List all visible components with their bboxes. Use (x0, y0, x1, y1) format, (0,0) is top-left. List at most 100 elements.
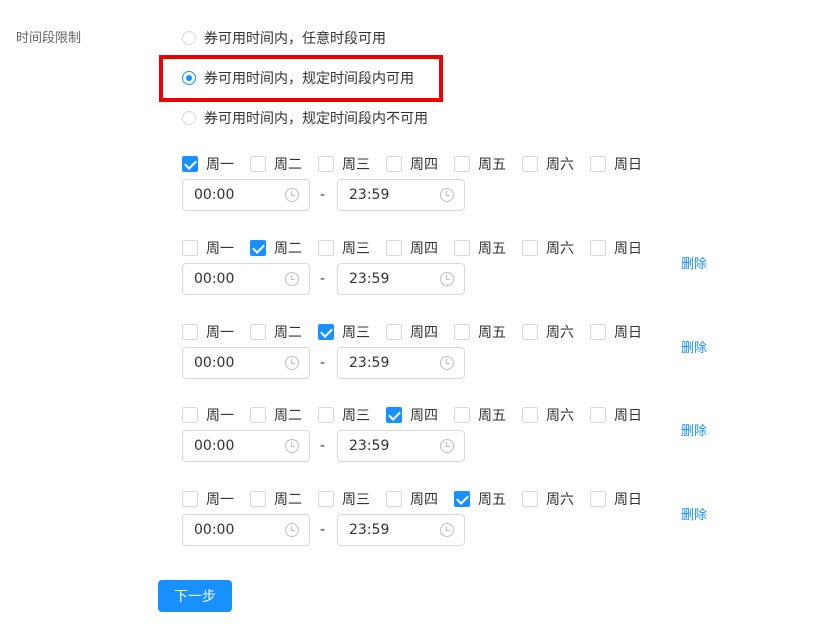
delete-rule-link[interactable]: 删除 (681, 420, 707, 439)
radio-outside-period[interactable]: 券可用时间内，规定时间段内不可用 (182, 108, 428, 128)
weekday-option[interactable]: 周四 (386, 323, 438, 341)
weekday-option[interactable]: 周三 (318, 239, 370, 257)
weekday-option[interactable]: 周五 (454, 406, 506, 424)
weekday-option[interactable]: 周三 (318, 406, 370, 424)
weekday-label: 周二 (274, 408, 302, 424)
delete-rule-link[interactable]: 删除 (681, 337, 707, 356)
weekday-checkbox[interactable] (590, 491, 606, 507)
weekday-option[interactable]: 周日 (590, 406, 642, 424)
weekday-option[interactable]: 周日 (590, 323, 642, 341)
clock-icon (285, 356, 299, 370)
time-value: 23:59 (349, 271, 390, 287)
weekday-label: 周二 (274, 241, 302, 257)
weekday-option[interactable]: 周六 (522, 323, 574, 341)
weekday-checkbox[interactable] (182, 407, 198, 423)
end-time-picker[interactable]: 23:59 (337, 347, 465, 379)
weekday-checkbox[interactable] (386, 240, 402, 256)
weekday-checkbox[interactable] (386, 407, 402, 423)
weekday-checkbox[interactable] (454, 407, 470, 423)
weekday-checkbox[interactable] (522, 156, 538, 172)
delete-rule-link[interactable]: 删除 (681, 504, 707, 523)
weekday-checkbox[interactable] (522, 407, 538, 423)
weekday-checkbox[interactable] (318, 240, 334, 256)
weekday-option[interactable]: 周二 (250, 490, 302, 508)
weekday-checkbox[interactable] (454, 491, 470, 507)
weekday-option[interactable]: 周二 (250, 155, 302, 173)
weekday-option[interactable]: 周三 (318, 155, 370, 173)
start-time-picker[interactable]: 00:00 (182, 179, 310, 211)
weekday-checkbox[interactable] (454, 156, 470, 172)
weekday-option[interactable]: 周一 (182, 406, 234, 424)
radio-button[interactable] (182, 111, 196, 125)
time-value: 00:00 (194, 355, 235, 371)
delete-rule-link[interactable]: 删除 (681, 253, 707, 272)
weekday-checkbox[interactable] (454, 240, 470, 256)
weekday-option[interactable]: 周六 (522, 406, 574, 424)
weekday-option[interactable]: 周一 (182, 155, 234, 173)
weekday-option[interactable]: 周日 (590, 490, 642, 508)
weekday-option[interactable]: 周五 (454, 155, 506, 173)
weekday-label: 周一 (206, 408, 234, 424)
weekday-option[interactable]: 周六 (522, 239, 574, 257)
weekday-checkbox[interactable] (590, 240, 606, 256)
next-step-button[interactable]: 下一步 (158, 580, 232, 612)
weekday-option[interactable]: 周一 (182, 323, 234, 341)
weekday-option[interactable]: 周五 (454, 490, 506, 508)
start-time-picker[interactable]: 00:00 (182, 347, 310, 379)
weekday-option[interactable]: 周一 (182, 239, 234, 257)
weekday-checkbox[interactable] (318, 156, 334, 172)
radio-button[interactable] (182, 31, 196, 45)
weekday-option[interactable]: 周日 (590, 155, 642, 173)
weekday-option[interactable]: 周五 (454, 239, 506, 257)
weekday-checkbox[interactable] (182, 324, 198, 340)
end-time-picker[interactable]: 23:59 (337, 430, 465, 462)
weekday-option[interactable]: 周二 (250, 239, 302, 257)
weekday-option[interactable]: 周六 (522, 490, 574, 508)
weekday-option[interactable]: 周五 (454, 323, 506, 341)
weekday-checkbox[interactable] (386, 156, 402, 172)
weekday-option[interactable]: 周二 (250, 323, 302, 341)
weekday-checkbox[interactable] (590, 324, 606, 340)
weekday-label: 周一 (206, 157, 234, 173)
weekday-option[interactable]: 周一 (182, 490, 234, 508)
weekday-option[interactable]: 周四 (386, 490, 438, 508)
weekday-option[interactable]: 周四 (386, 239, 438, 257)
weekday-checkbox[interactable] (590, 156, 606, 172)
end-time-picker[interactable]: 23:59 (337, 179, 465, 211)
weekday-checkbox[interactable] (250, 407, 266, 423)
weekday-checkbox[interactable] (318, 407, 334, 423)
weekday-checkbox[interactable] (182, 156, 198, 172)
time-value: 00:00 (194, 187, 235, 203)
weekday-checkbox[interactable] (318, 491, 334, 507)
weekday-checkbox[interactable] (250, 491, 266, 507)
weekday-option[interactable]: 周三 (318, 323, 370, 341)
weekday-option[interactable]: 周四 (386, 155, 438, 173)
weekday-checkbox[interactable] (522, 240, 538, 256)
clock-icon (440, 356, 454, 370)
weekday-option[interactable]: 周二 (250, 406, 302, 424)
weekday-checkbox[interactable] (182, 491, 198, 507)
weekday-checkbox[interactable] (318, 324, 334, 340)
weekday-checkbox[interactable] (250, 156, 266, 172)
weekday-checkbox[interactable] (386, 324, 402, 340)
weekday-checkbox[interactable] (250, 240, 266, 256)
weekday-checkbox[interactable] (590, 407, 606, 423)
weekday-option[interactable]: 周三 (318, 490, 370, 508)
weekday-checkbox[interactable] (386, 491, 402, 507)
weekday-option[interactable]: 周六 (522, 155, 574, 173)
radio-any-time[interactable]: 券可用时间内，任意时段可用 (182, 28, 386, 48)
weekday-checkbox[interactable] (182, 240, 198, 256)
weekday-option[interactable]: 周日 (590, 239, 642, 257)
start-time-picker[interactable]: 00:00 (182, 263, 310, 295)
weekday-label: 周五 (478, 241, 506, 257)
weekday-checkbox[interactable] (250, 324, 266, 340)
start-time-picker[interactable]: 00:00 (182, 430, 310, 462)
weekday-checkbox[interactable] (522, 324, 538, 340)
end-time-picker[interactable]: 23:59 (337, 514, 465, 546)
weekday-checkbox[interactable] (454, 324, 470, 340)
end-time-picker[interactable]: 23:59 (337, 263, 465, 295)
weekday-option[interactable]: 周四 (386, 406, 438, 424)
time-value: 23:59 (349, 187, 390, 203)
start-time-picker[interactable]: 00:00 (182, 514, 310, 546)
weekday-checkbox[interactable] (522, 491, 538, 507)
